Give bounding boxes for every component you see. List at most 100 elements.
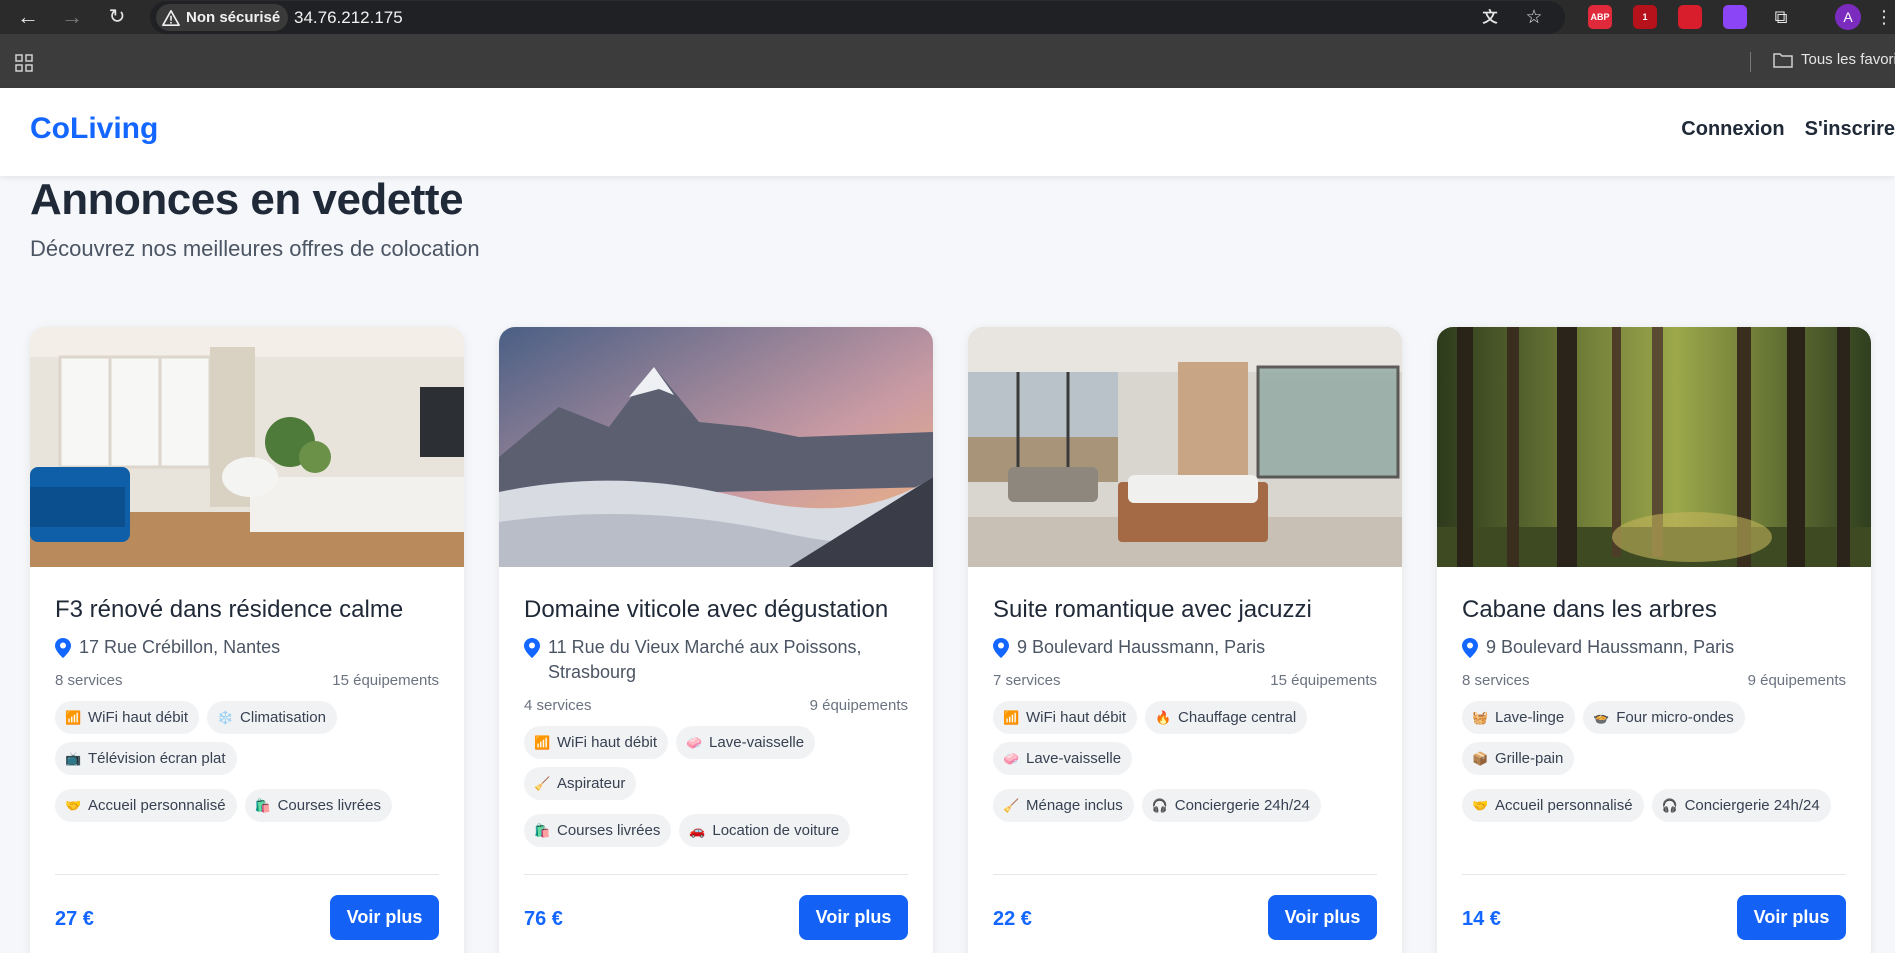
bookmarks-folder-label: Tous les favoris [1801, 51, 1895, 68]
view-more-button[interactable]: Voir plus [799, 895, 908, 940]
feature-icon: 🛍️ [534, 822, 551, 838]
feature-label: Chauffage central [1178, 709, 1297, 726]
listing-title[interactable]: Domaine viticole avec dégustation [524, 595, 908, 625]
warning-icon [162, 9, 180, 26]
feature-tag: 📶 WiFi haut débit [55, 701, 200, 734]
feature-icon: 🎧 [1661, 797, 1678, 813]
feature-icon: ❄️ [217, 709, 234, 725]
feature-icon: 🧺 [1472, 709, 1489, 725]
address-bar[interactable]: Non sécurisé 34.76.212.175 文 ☆ [150, 1, 1565, 34]
listing-address-text: 11 Rue du Vieux Marché aux Poissons, Str… [548, 637, 862, 682]
listing-title[interactable]: Suite romantique avec jacuzzi [993, 595, 1377, 625]
adblock-plus-icon[interactable]: ABP [1588, 5, 1612, 29]
feature-label: Lave-vaisselle [1026, 750, 1122, 767]
equipment-tags: 🧺 Lave-linge 🍲 Four micro-ondes 📦 Grille-pain [1462, 701, 1846, 775]
feature-tag: 🧺 Lave-linge [1462, 701, 1576, 734]
living-room-photo[interactable] [30, 327, 464, 567]
listing-card[interactable]: F3 rénové dans résidence calme 17 Rue Cré… [30, 327, 464, 953]
feature-tag: 🛍️ Courses livrées [244, 789, 392, 822]
forward-icon[interactable]: → [58, 4, 86, 30]
mountain-photo[interactable] [499, 327, 933, 567]
listing-address: 9 Boulevard Haussmann, Paris [993, 635, 1377, 660]
url-text[interactable]: 34.76.212.175 [294, 8, 403, 28]
extension-red-icon[interactable] [1678, 5, 1702, 29]
listing-price: 22 € [993, 908, 1032, 930]
feature-tag: 📶 WiFi haut débit [524, 726, 669, 759]
listing-title[interactable]: F3 rénové dans résidence calme [55, 595, 439, 625]
card-divider [1462, 874, 1846, 875]
star-icon[interactable]: ☆ [1522, 6, 1546, 30]
listing-address-text: 9 Boulevard Haussmann, Paris [1486, 637, 1735, 657]
equipments-count: 9 équipements [809, 697, 908, 714]
menu-icon[interactable]: ⋮ [1872, 5, 1895, 29]
extension-badge-icon[interactable]: 1 [1633, 5, 1657, 29]
feature-icon: 🎧 [1151, 797, 1168, 813]
feature-icon: 🧹 [534, 775, 551, 791]
listing-card[interactable]: Suite romantique avec jacuzzi 9 Boulevard… [968, 327, 1402, 953]
security-label: Non sécurisé [186, 9, 281, 26]
signup-link[interactable]: S'inscrire [1805, 118, 1895, 141]
listing-address-text: 9 Boulevard Haussmann, Paris [1017, 637, 1266, 657]
feature-tag: 🎧 Conciergerie 24h/24 [1651, 789, 1831, 822]
security-chip[interactable]: Non sécurisé [156, 4, 289, 31]
extensions-puzzle-icon[interactable]: ⧉ [1769, 5, 1793, 29]
feature-icon: 📦 [1472, 750, 1489, 766]
feature-label: Lave-vaisselle [709, 734, 805, 751]
equipments-count: 15 équipements [1270, 672, 1377, 689]
listing-stats: 8 services 9 équipements [1462, 672, 1846, 689]
bookmarks-folder[interactable]: Tous les favoris [1773, 51, 1895, 68]
listing-body: Suite romantique avec jacuzzi 9 Boulevard… [993, 595, 1377, 822]
brand-logo[interactable]: CoLiving [30, 112, 158, 146]
page-subtitle: Découvrez nos meilleures offres de coloc… [30, 236, 480, 261]
back-icon[interactable]: ← [14, 4, 42, 30]
feature-label: Ménage inclus [1026, 797, 1123, 814]
forest-photo[interactable] [1437, 327, 1871, 567]
location-pin-icon [993, 638, 1009, 658]
feature-tag: 🧹 Aspirateur [524, 767, 637, 800]
listing-stats: 4 services 9 équipements [524, 697, 908, 714]
feature-label: Conciergerie 24h/24 [1174, 797, 1310, 814]
view-more-button[interactable]: Voir plus [330, 895, 439, 940]
services-count: 8 services [1462, 672, 1530, 689]
services-count: 7 services [993, 672, 1061, 689]
feature-icon: 🧹 [1003, 797, 1020, 813]
feature-label: WiFi haut débit [557, 734, 658, 751]
login-link[interactable]: Connexion [1681, 118, 1784, 141]
feature-icon: 📶 [1003, 709, 1020, 725]
reload-icon[interactable]: ↻ [103, 4, 131, 30]
profile-avatar[interactable]: A [1835, 4, 1861, 30]
view-more-button[interactable]: Voir plus [1737, 895, 1846, 940]
feature-label: Courses livrées [277, 797, 381, 814]
feature-icon: 🔥 [1155, 709, 1172, 725]
service-tags: 🤝 Accueil personnalisé 🎧 Conciergerie 24h/2… [1462, 789, 1846, 822]
listing-address: 11 Rue du Vieux Marché aux Poissons, Str… [524, 635, 908, 685]
card-divider [524, 874, 908, 875]
twitch-icon[interactable] [1723, 5, 1747, 29]
services-count: 4 services [524, 697, 592, 714]
bedroom-photo[interactable] [968, 327, 1402, 567]
apps-grid-icon[interactable] [14, 53, 34, 73]
services-count: 8 services [55, 672, 123, 689]
listing-title[interactable]: Cabane dans les arbres [1462, 595, 1846, 625]
feature-label: WiFi haut débit [88, 709, 189, 726]
feature-label: Grille-pain [1495, 750, 1564, 767]
listing-address-text: 17 Rue Crébillon, Nantes [79, 637, 281, 657]
listing-price: 14 € [1462, 908, 1501, 930]
feature-icon: 📶 [65, 709, 82, 725]
listing-card[interactable]: Cabane dans les arbres 9 Boulevard Haussm… [1437, 327, 1871, 953]
feature-icon: 🚗 [689, 822, 706, 838]
listing-price: 27 € [55, 908, 94, 930]
feature-tag: 🤝 Accueil personnalisé [55, 789, 237, 822]
feature-icon: 🤝 [65, 797, 82, 813]
feature-tag: 🔥 Chauffage central [1145, 701, 1308, 734]
feature-icon: 📺 [65, 750, 82, 766]
view-more-button[interactable]: Voir plus [1268, 895, 1377, 940]
service-tags: 🧹 Ménage inclus 🎧 Conciergerie 24h/24 [993, 789, 1377, 822]
feature-label: Accueil personnalisé [1495, 797, 1633, 814]
listing-card[interactable]: Domaine viticole avec dégustation 11 Rue … [499, 327, 933, 953]
card-divider [55, 874, 439, 875]
listing-stats: 8 services 15 équipements [55, 672, 439, 689]
translate-icon[interactable]: 文 [1478, 6, 1502, 30]
listing-stats: 7 services 15 équipements [993, 672, 1377, 689]
feature-label: WiFi haut débit [1026, 709, 1127, 726]
